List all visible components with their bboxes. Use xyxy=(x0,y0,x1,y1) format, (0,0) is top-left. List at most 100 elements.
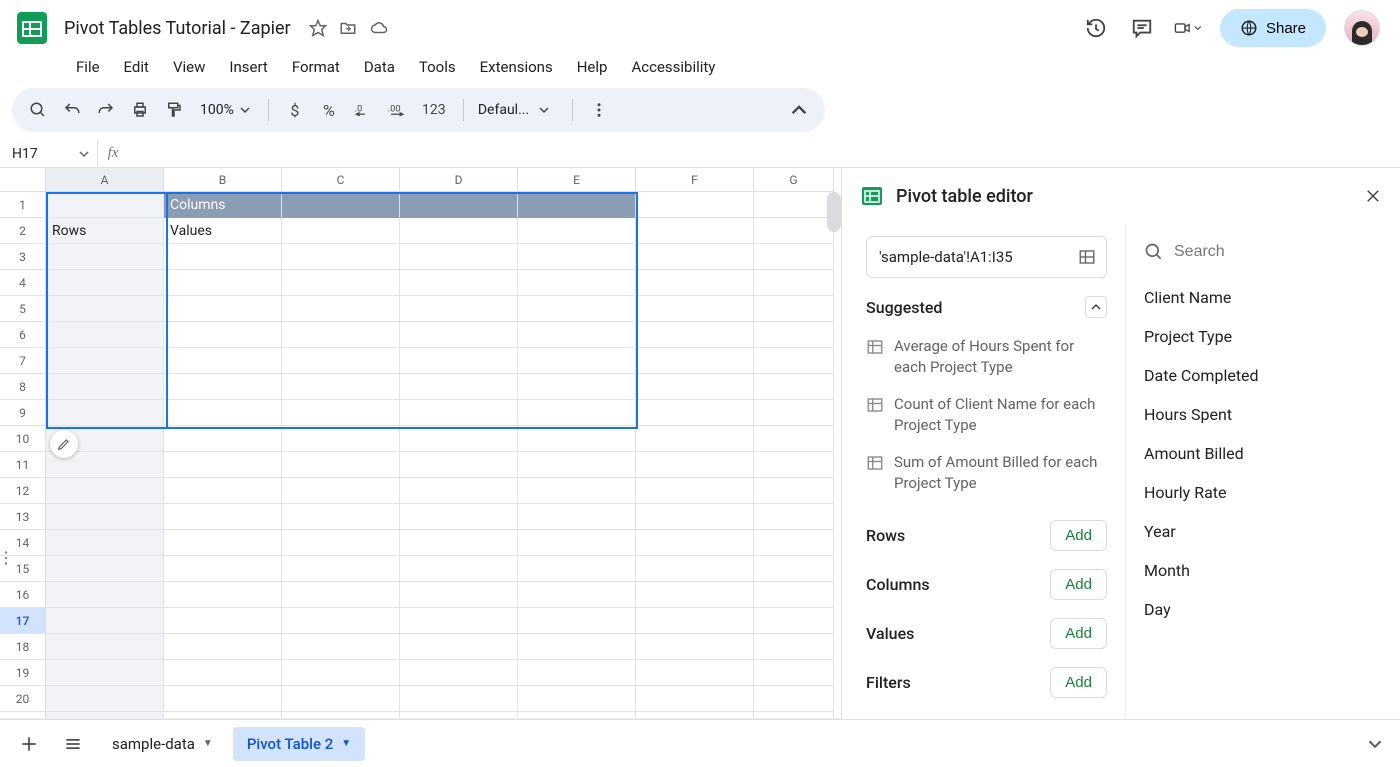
cell[interactable] xyxy=(754,478,834,504)
sheet-tab-sample-data[interactable]: sample-data▼ xyxy=(98,727,227,761)
cell[interactable] xyxy=(400,426,518,452)
cell[interactable] xyxy=(282,374,400,400)
column-header[interactable]: F xyxy=(636,168,754,192)
cell[interactable] xyxy=(400,660,518,686)
cell[interactable] xyxy=(754,686,834,712)
move-icon[interactable] xyxy=(339,19,357,37)
cell[interactable] xyxy=(518,608,636,634)
cell[interactable] xyxy=(46,530,164,556)
percent-format-icon[interactable]: % xyxy=(317,98,341,122)
cell[interactable] xyxy=(518,660,636,686)
panel-drag-handle[interactable]: ⋮ xyxy=(0,548,11,567)
cell[interactable] xyxy=(754,504,834,530)
field-item[interactable]: Amount Billed xyxy=(1140,434,1386,473)
cell[interactable] xyxy=(518,400,636,426)
cell[interactable] xyxy=(518,582,636,608)
add-filters-button[interactable]: Add xyxy=(1050,667,1107,698)
column-header[interactable]: E xyxy=(518,168,636,192)
redo-icon[interactable] xyxy=(94,98,118,122)
comment-icon[interactable] xyxy=(1128,14,1156,42)
cell[interactable] xyxy=(282,582,400,608)
menu-edit[interactable]: Edit xyxy=(114,54,159,80)
row-header[interactable]: 10 xyxy=(0,426,46,452)
cell[interactable] xyxy=(164,374,282,400)
paint-format-icon[interactable] xyxy=(162,98,186,122)
range-picker-icon[interactable] xyxy=(1078,248,1096,266)
cell[interactable] xyxy=(164,556,282,582)
cell[interactable] xyxy=(400,686,518,712)
cell[interactable] xyxy=(282,660,400,686)
row-header[interactable]: 16 xyxy=(0,582,46,608)
cell[interactable] xyxy=(400,192,518,218)
vertical-scrollbar-thumb[interactable] xyxy=(827,192,841,232)
field-item[interactable]: Hourly Rate xyxy=(1140,473,1386,512)
cell[interactable] xyxy=(46,270,164,296)
number-format-icon[interactable]: 123 xyxy=(419,98,449,122)
cell[interactable] xyxy=(636,530,754,556)
cell[interactable] xyxy=(46,400,164,426)
cell[interactable] xyxy=(518,374,636,400)
menu-data[interactable]: Data xyxy=(354,54,405,80)
cell[interactable] xyxy=(46,478,164,504)
column-header[interactable]: C xyxy=(282,168,400,192)
cell[interactable] xyxy=(400,556,518,582)
cell[interactable] xyxy=(400,218,518,244)
cell[interactable] xyxy=(46,192,164,218)
cell[interactable] xyxy=(754,374,834,400)
cell[interactable] xyxy=(282,686,400,712)
cell[interactable] xyxy=(164,322,282,348)
row-header[interactable]: 2 xyxy=(0,218,46,244)
cell[interactable] xyxy=(46,348,164,374)
cell[interactable] xyxy=(282,218,400,244)
cell[interactable] xyxy=(46,244,164,270)
cell[interactable] xyxy=(636,556,754,582)
cell[interactable] xyxy=(754,426,834,452)
menu-accessibility[interactable]: Accessibility xyxy=(621,54,725,80)
row-header[interactable]: 12 xyxy=(0,478,46,504)
cell[interactable] xyxy=(754,556,834,582)
cell[interactable] xyxy=(282,296,400,322)
menu-extensions[interactable]: Extensions xyxy=(470,54,563,80)
increase-decimal-icon[interactable]: .00 xyxy=(385,98,409,122)
cell[interactable] xyxy=(754,608,834,634)
cell[interactable] xyxy=(164,478,282,504)
cell[interactable] xyxy=(400,530,518,556)
cell[interactable] xyxy=(282,244,400,270)
cell[interactable] xyxy=(518,478,636,504)
cell[interactable] xyxy=(282,192,400,218)
column-header[interactable]: A xyxy=(46,168,164,192)
cell[interactable] xyxy=(636,374,754,400)
menu-file[interactable]: File xyxy=(66,54,110,80)
add-columns-button[interactable]: Add xyxy=(1050,569,1107,600)
chevron-down-icon[interactable]: ▼ xyxy=(203,738,213,749)
cell[interactable] xyxy=(636,452,754,478)
cell[interactable] xyxy=(400,608,518,634)
cell[interactable] xyxy=(400,452,518,478)
field-item[interactable]: Day xyxy=(1140,590,1386,629)
cell[interactable] xyxy=(46,374,164,400)
cell[interactable] xyxy=(636,478,754,504)
meet-button[interactable] xyxy=(1174,14,1202,42)
cell[interactable] xyxy=(754,296,834,322)
row-header[interactable]: 13 xyxy=(0,504,46,530)
cell[interactable] xyxy=(400,400,518,426)
menu-insert[interactable]: Insert xyxy=(219,54,277,80)
cell[interactable] xyxy=(636,634,754,660)
cell[interactable] xyxy=(754,192,834,218)
cell[interactable] xyxy=(46,556,164,582)
cell[interactable] xyxy=(754,244,834,270)
select-all-corner[interactable] xyxy=(0,168,46,192)
cell[interactable] xyxy=(754,400,834,426)
suggestion-item[interactable]: Sum of Amount Billed for each Project Ty… xyxy=(866,444,1107,502)
cell[interactable] xyxy=(518,686,636,712)
menu-view[interactable]: View xyxy=(163,54,215,80)
cell[interactable] xyxy=(754,634,834,660)
cell[interactable] xyxy=(754,218,834,244)
cell[interactable] xyxy=(282,348,400,374)
pivot-range-input[interactable]: 'sample-data'!A1:I35 xyxy=(866,236,1107,278)
print-icon[interactable] xyxy=(128,98,152,122)
cell[interactable] xyxy=(754,270,834,296)
suggestion-item[interactable]: Average of Hours Spent for each Project … xyxy=(866,328,1107,386)
cell[interactable] xyxy=(636,322,754,348)
cell[interactable] xyxy=(518,270,636,296)
